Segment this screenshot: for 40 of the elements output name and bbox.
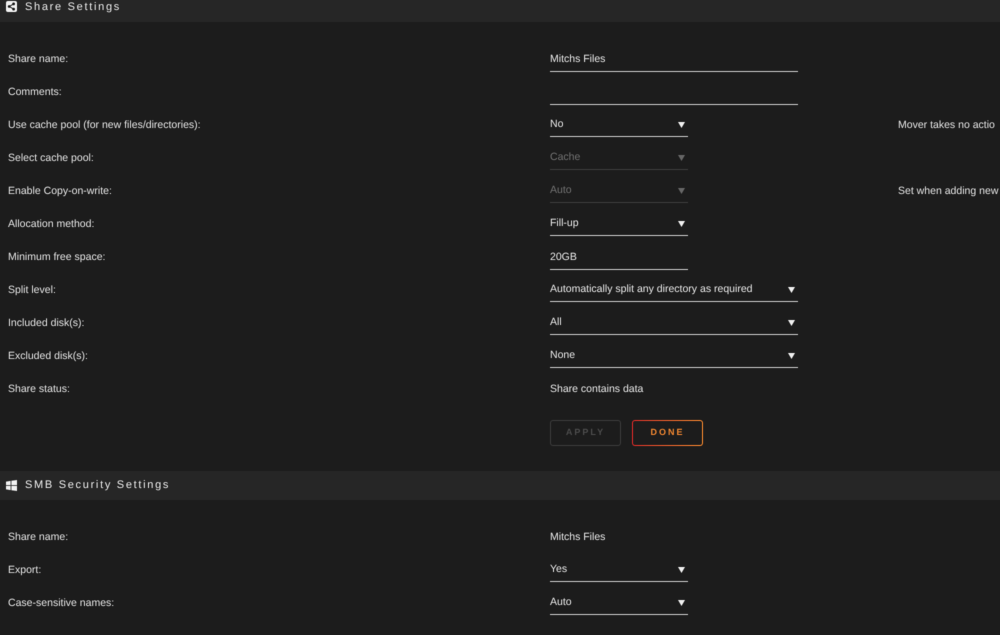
caret-icon — [678, 188, 685, 194]
section-title: Share Settings — [25, 1, 121, 14]
caret-icon — [678, 567, 685, 573]
field-label: Excluded disk(s): — [8, 348, 88, 364]
caret-icon — [678, 122, 685, 128]
select-dropdown[interactable]: None — [550, 346, 798, 368]
text-field[interactable]: 20GB — [550, 246, 688, 270]
field-label: Split level: — [8, 282, 56, 298]
caret-icon — [788, 287, 795, 293]
select-dropdown[interactable]: Auto — [550, 592, 688, 614]
field-label: Allocation method: — [8, 216, 94, 232]
caret-icon — [678, 155, 685, 161]
field-label: Select cache pool: — [8, 150, 94, 166]
field-label: Case-sensitive names: — [8, 596, 114, 611]
select-dropdown[interactable]: Yes — [550, 560, 688, 582]
field-label: Minimum free space: — [8, 250, 106, 265]
windows-logo-icon — [6, 480, 17, 491]
caret-icon — [788, 353, 795, 359]
text-field[interactable]: Mitchs Files — [550, 48, 798, 72]
field-label: Export: — [8, 562, 42, 578]
field-label: Use cache pool (for new files/directories): — [8, 118, 201, 133]
caret-icon — [788, 320, 795, 326]
field-label: Share status: — [8, 382, 70, 397]
value-text: Share contains data — [550, 382, 644, 397]
select-dropdown[interactable]: Automatically split any directory as required — [550, 280, 798, 302]
section-title: SMB Security Settings — [25, 479, 170, 492]
select-dropdown[interactable]: All — [550, 312, 798, 334]
field-label: Enable Copy-on-write: — [8, 184, 112, 199]
select-dropdown[interactable]: Fill-up — [550, 214, 688, 236]
field-label: Comments: — [8, 84, 62, 100]
select-dropdown[interactable]: No — [550, 114, 688, 136]
hint-text: Mover takes no actio — [898, 118, 995, 133]
field-label: Share name: — [8, 530, 68, 545]
caret-icon — [678, 221, 685, 227]
caret-icon — [678, 600, 685, 606]
field-label: Included disk(s): — [8, 316, 84, 331]
value-text: Mitchs Files — [550, 530, 606, 545]
field-label: Share name: — [8, 52, 68, 67]
hint-text: Set when adding new — [898, 184, 998, 199]
done-button[interactable]: DONE — [632, 420, 703, 446]
